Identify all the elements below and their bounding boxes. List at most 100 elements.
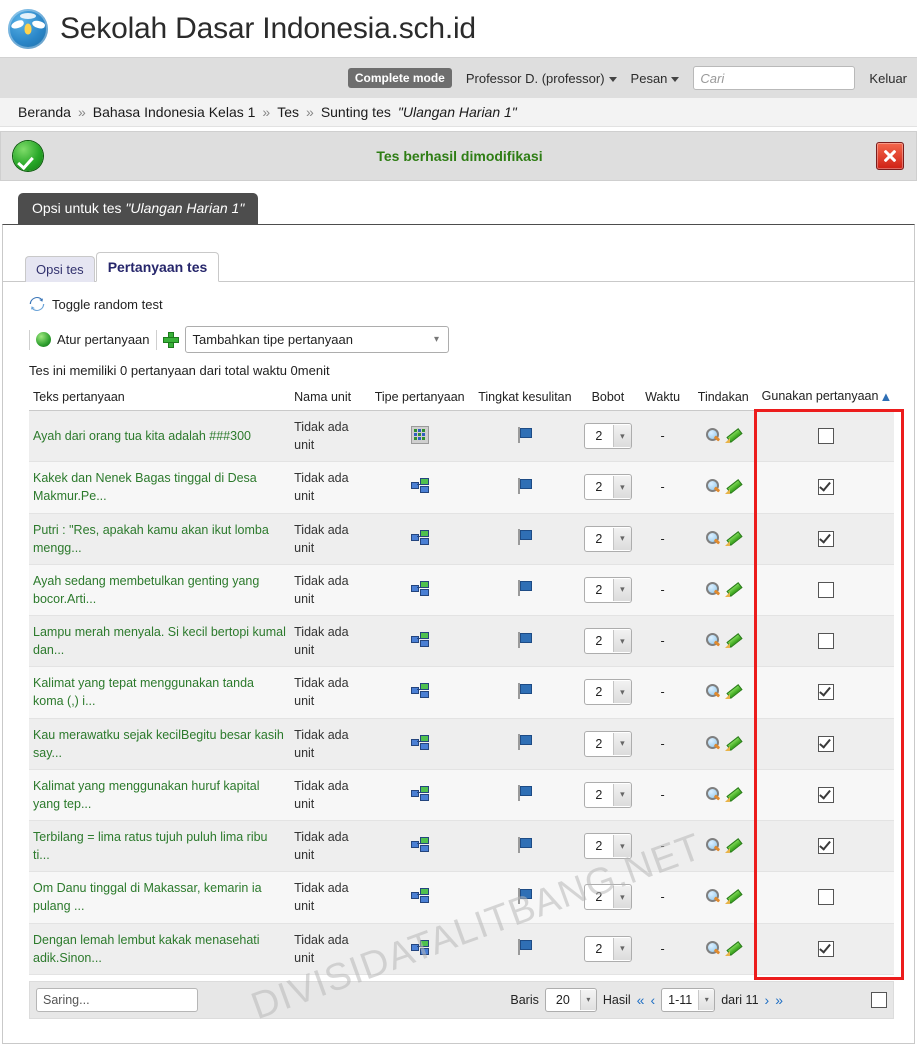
multichoice-question-icon [410,580,429,596]
column-header-text[interactable]: Teks pertanyaan [29,386,291,411]
column-header-unit[interactable]: Nama unit [290,386,370,411]
cell-question-text[interactable]: Putri : "Res, apakah kamu akan ikut lomb… [29,513,291,565]
weight-select[interactable]: 2 ▾ [583,781,632,808]
use-question-checkbox[interactable] [817,786,834,803]
magnifier-icon[interactable] [705,581,721,597]
breadcrumb-item-edit[interactable]: Sunting tes [321,104,391,120]
weight-select[interactable]: 2 ▾ [583,833,632,860]
cell-time: - [636,666,689,719]
cell-question-text[interactable]: Dengan lemah lembut kakak menasehati adi… [29,923,291,975]
magnifier-icon[interactable] [705,889,721,904]
toolbar-divider [155,329,157,350]
weight-select[interactable]: 2 ▾ [583,474,632,501]
magnifier-icon[interactable] [705,684,721,699]
weight-select[interactable]: 2 ▾ [583,679,632,706]
check-circle-icon [13,141,43,171]
site-title: Sekolah Dasar Indonesia.sch.id [60,11,476,45]
cell-question-text[interactable]: Kalimat yang tepat menggunakan tanda kom… [29,666,291,719]
pencil-icon[interactable] [724,582,741,597]
messages-menu[interactable]: Pesan [631,71,680,86]
use-question-checkbox[interactable] [817,428,834,445]
use-question-checkbox[interactable] [817,735,834,752]
pencil-icon[interactable] [724,479,741,495]
cell-question-text[interactable]: Kau merawatku sejak kecilBegitu besar ka… [29,718,291,770]
breadcrumb-item-test[interactable]: Tes [277,104,299,120]
rows-per-page-value: 20 [555,992,570,1007]
magnifier-icon[interactable] [705,633,721,648]
pencil-icon[interactable] [724,941,741,956]
arrange-questions-link[interactable]: Atur pertanyaan [57,332,150,347]
cell-question-text[interactable]: Kalimat yang menggunakan huruf kapital y… [29,769,291,822]
magnifier-icon[interactable] [705,838,721,853]
weight-select[interactable]: 2 ▾ [583,628,632,655]
pencil-icon[interactable] [724,787,741,802]
search-input[interactable]: Cari [693,66,856,90]
breadcrumb-item-course[interactable]: Bahasa Indonesia Kelas 1 [93,104,256,120]
pencil-icon[interactable] [724,428,741,444]
use-question-checkbox[interactable] [817,940,834,957]
magnifier-icon[interactable] [705,735,721,751]
column-header-use[interactable]: Gunakan pertanyaan▲ [757,386,894,411]
add-question-type-select[interactable]: Tambahkan tipe pertanyaan ▾ [184,326,449,353]
page-title: Opsi untuk tes "Ulangan Harian 1" [18,193,259,224]
rows-per-page-select[interactable]: 20 ▾ [544,987,597,1012]
magnifier-icon[interactable] [705,940,721,956]
plus-icon[interactable] [162,331,179,348]
weight-select[interactable]: 2 ▾ [583,884,632,911]
pencil-icon[interactable] [724,736,741,751]
column-header-type[interactable]: Tipe pertanyaan [369,386,471,411]
weight-select[interactable]: 2 ▾ [583,525,632,552]
page-range-select[interactable]: 1-11 ▾ [661,987,716,1012]
weight-select[interactable]: 2 ▾ [583,935,632,962]
cell-question-text[interactable]: Terbilang = lima ratus tujuh puluh lima … [29,820,291,873]
flag-icon [518,631,533,648]
use-question-checkbox[interactable] [817,530,834,547]
magnifier-icon[interactable] [705,428,721,443]
weight-select[interactable]: 2 ▾ [583,423,632,450]
cell-question-text[interactable]: Ayah sedang membetulkan genting yang boc… [29,564,291,617]
toggle-random-test-link[interactable]: Toggle random test [52,297,163,312]
cell-time: - [636,718,689,770]
magnifier-icon[interactable] [705,479,721,494]
right-icon[interactable]: › [765,992,770,1008]
use-question-checkbox[interactable] [817,684,834,701]
pencil-icon[interactable] [724,531,741,546]
logout-link[interactable]: Keluar [869,71,907,86]
filter-input[interactable]: Saring... [36,987,198,1012]
cell-question-type [369,410,471,463]
use-question-checkbox[interactable] [817,479,834,496]
weight-select[interactable]: 2 ▾ [583,576,632,603]
close-icon[interactable] [876,142,904,170]
double-right-icon[interactable]: » [775,992,783,1008]
weight-select[interactable]: 2 ▾ [583,730,632,757]
complete-mode-badge[interactable]: Complete mode [347,68,452,88]
pencil-icon[interactable] [724,684,741,700]
tab-opsi-tes[interactable]: Opsi tes [25,256,95,282]
use-question-checkbox[interactable] [817,838,834,855]
column-header-difficulty[interactable]: Tingkat kesulitan [470,386,580,411]
pencil-icon[interactable] [724,633,741,649]
flag-icon [518,939,533,956]
magnifier-icon[interactable] [705,786,721,802]
double-left-icon[interactable]: « [637,992,645,1008]
cell-question-text[interactable]: Om Danu tinggal di Makassar, kemarin ia … [29,871,291,924]
use-question-checkbox[interactable] [817,633,834,650]
use-question-checkbox[interactable] [817,581,834,598]
pencil-icon[interactable] [724,838,741,854]
cell-question-text[interactable]: Ayah dari orang tua kita adalah ###300 [29,410,291,463]
cell-time: - [636,410,689,463]
tab-pertanyaan-tes[interactable]: Pertanyaan tes [95,252,220,282]
cell-question-text[interactable]: Lampu merah menyala. Si kecil bertopi ku… [29,615,291,668]
cell-question-text[interactable]: Kakek dan Nenek Bagas tinggal di Desa Ma… [29,461,291,514]
weight-value: 2 [595,941,603,956]
pencil-icon[interactable] [724,889,741,905]
use-question-checkbox[interactable] [817,889,834,906]
select-all-checkbox[interactable] [871,991,887,1008]
column-header-weight[interactable]: Bobot [579,386,637,411]
column-header-time[interactable]: Waktu [636,386,689,411]
left-icon[interactable]: ‹ [650,992,655,1008]
magnifier-icon[interactable] [705,530,721,546]
column-header-action[interactable]: Tindakan [688,386,758,411]
breadcrumb-item-home[interactable]: Beranda [18,104,71,120]
user-menu[interactable]: Professor D. (professor) [466,71,617,86]
